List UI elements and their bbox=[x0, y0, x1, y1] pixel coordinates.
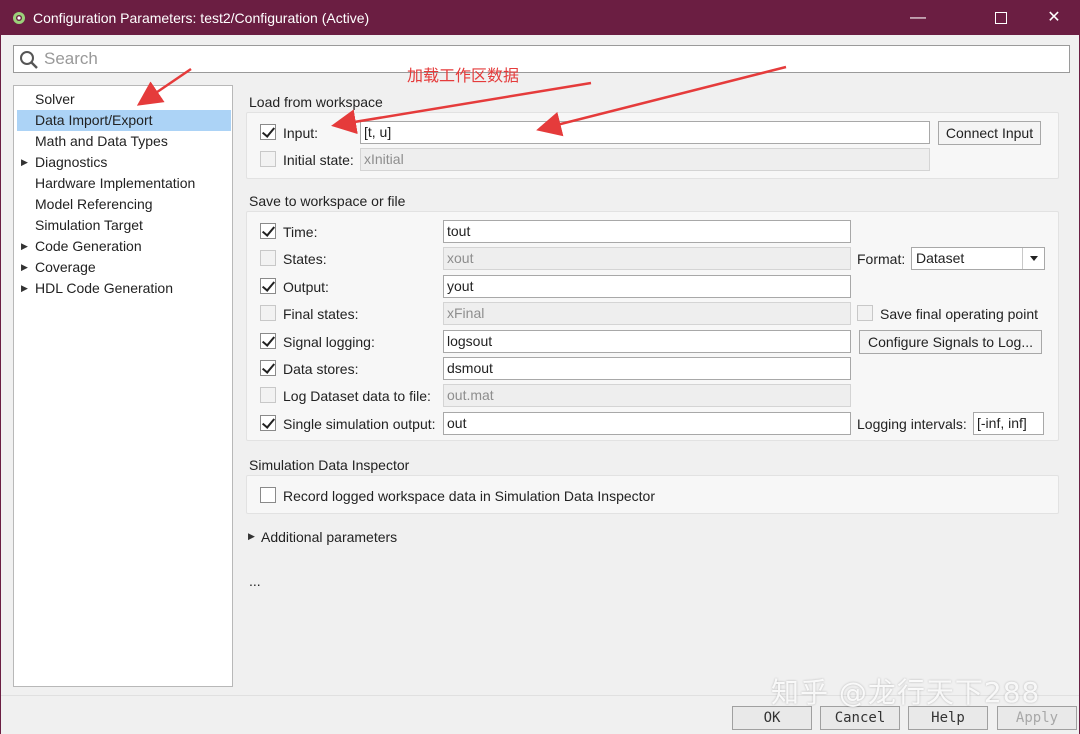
final-states-label: Final states: bbox=[283, 306, 359, 322]
logging-intervals-field[interactable]: [-inf, inf] bbox=[973, 412, 1044, 435]
search-input[interactable] bbox=[44, 48, 1044, 70]
sdi-section-title: Simulation Data Inspector bbox=[249, 457, 410, 473]
input-field[interactable]: [t, u] bbox=[360, 121, 930, 144]
format-label: Format: bbox=[857, 251, 906, 267]
tree-item-label: HDL Code Generation bbox=[35, 280, 174, 296]
tree-item-label: Model Referencing bbox=[35, 196, 153, 212]
tree-item-hdl-code-generation[interactable]: ▶ HDL Code Generation bbox=[17, 278, 231, 299]
log-dataset-field[interactable]: out.mat bbox=[443, 384, 851, 407]
tree-item-label: Math and Data Types bbox=[35, 133, 168, 149]
initial-state-label: Initial state: bbox=[283, 152, 354, 168]
data-stores-checkbox[interactable] bbox=[260, 360, 276, 376]
tree-item-label: Solver bbox=[35, 91, 75, 107]
tree-item-model-referencing[interactable]: Model Referencing bbox=[17, 194, 231, 215]
tree-item-label: Hardware Implementation bbox=[35, 175, 196, 191]
tree-item-data-import-export[interactable]: Data Import/Export bbox=[17, 110, 231, 131]
chevron-down-icon[interactable] bbox=[1022, 248, 1044, 269]
initial-state-checkbox[interactable] bbox=[260, 151, 276, 167]
input-checkbox[interactable] bbox=[260, 124, 276, 140]
simulink-app-icon bbox=[13, 12, 25, 24]
expand-arrow-icon[interactable]: ▶ bbox=[248, 531, 255, 542]
output-label: Output: bbox=[283, 279, 329, 295]
config-dialog: Configuration Parameters: test2/Configur… bbox=[0, 0, 1080, 734]
expand-arrow-icon[interactable]: ▶ bbox=[21, 236, 28, 257]
expand-arrow-icon[interactable]: ▶ bbox=[21, 152, 28, 173]
expand-arrow-icon[interactable]: ▶ bbox=[21, 257, 28, 278]
tree-item-math-and-data-types[interactable]: Math and Data Types bbox=[17, 131, 231, 152]
maximize-icon[interactable] bbox=[978, 1, 1024, 35]
states-field[interactable]: xout bbox=[443, 247, 851, 270]
log-dataset-label: Log Dataset data to file: bbox=[283, 388, 431, 404]
logging-intervals-label: Logging intervals: bbox=[857, 416, 967, 432]
expand-arrow-icon[interactable]: ▶ bbox=[21, 278, 28, 299]
configure-signals-button[interactable]: Configure Signals to Log... bbox=[859, 330, 1042, 354]
minimize-icon[interactable]: — bbox=[895, 1, 941, 35]
format-dropdown[interactable]: Dataset bbox=[911, 247, 1045, 270]
save-section-title: Save to workspace or file bbox=[249, 193, 406, 209]
annotation-text: 加载工作区数据 bbox=[407, 66, 520, 85]
watermark-text: 知乎 @龙行天下288 bbox=[771, 676, 1041, 709]
output-field[interactable]: yout bbox=[443, 275, 851, 298]
tree-item-simulation-target[interactable]: Simulation Target bbox=[17, 215, 231, 236]
record-sdi-checkbox[interactable] bbox=[260, 487, 276, 503]
tree-item-hardware-implementation[interactable]: Hardware Implementation bbox=[17, 173, 231, 194]
initial-state-field[interactable]: xInitial bbox=[360, 148, 930, 171]
final-states-checkbox[interactable] bbox=[260, 305, 276, 321]
signal-logging-label: Signal logging: bbox=[283, 334, 375, 350]
format-value: Dataset bbox=[916, 250, 965, 266]
additional-parameters-toggle[interactable]: Additional parameters bbox=[261, 529, 397, 545]
states-label: States: bbox=[283, 251, 327, 267]
single-output-field[interactable]: out bbox=[443, 412, 851, 435]
search-box bbox=[13, 45, 1070, 73]
load-section-title: Load from workspace bbox=[249, 94, 383, 110]
data-stores-label: Data stores: bbox=[283, 361, 359, 377]
signal-logging-checkbox[interactable] bbox=[260, 333, 276, 349]
signal-logging-field[interactable]: logsout bbox=[443, 330, 851, 353]
time-label: Time: bbox=[283, 224, 318, 240]
record-sdi-label: Record logged workspace data in Simulati… bbox=[283, 488, 655, 504]
data-stores-field[interactable]: dsmout bbox=[443, 357, 851, 380]
final-states-field[interactable]: xFinal bbox=[443, 302, 851, 325]
tree-item-label: Data Import/Export bbox=[35, 112, 153, 128]
output-checkbox[interactable] bbox=[260, 278, 276, 294]
title-bar: Configuration Parameters: test2/Configur… bbox=[1, 1, 1079, 35]
tree-item-label: Simulation Target bbox=[35, 217, 143, 233]
tree-item-label: Code Generation bbox=[35, 238, 142, 254]
search-icon bbox=[20, 51, 38, 69]
save-final-op-label: Save final operating point bbox=[880, 306, 1038, 322]
category-tree: Solver Data Import/Export Math and Data … bbox=[13, 85, 233, 687]
window-title: Configuration Parameters: test2/Configur… bbox=[33, 10, 370, 26]
save-final-op-checkbox[interactable] bbox=[857, 305, 873, 321]
input-label: Input: bbox=[283, 125, 319, 141]
single-output-label: Single simulation output: bbox=[283, 416, 436, 432]
tree-item-label: Diagnostics bbox=[35, 154, 108, 170]
tree-item-code-generation[interactable]: ▶ Code Generation bbox=[17, 236, 231, 257]
tree-item-coverage[interactable]: ▶ Coverage bbox=[17, 257, 231, 278]
close-icon[interactable]: ✕ bbox=[1031, 1, 1077, 35]
tree-item-diagnostics[interactable]: ▶ Diagnostics bbox=[17, 152, 231, 173]
single-output-checkbox[interactable] bbox=[260, 415, 276, 431]
tree-item-label: Coverage bbox=[35, 259, 96, 275]
tree-item-solver[interactable]: Solver bbox=[17, 89, 231, 110]
time-field[interactable]: tout bbox=[443, 220, 851, 243]
connect-input-button[interactable]: Connect Input bbox=[938, 121, 1041, 145]
states-checkbox[interactable] bbox=[260, 250, 276, 266]
log-dataset-checkbox[interactable] bbox=[260, 387, 276, 403]
ellipsis-text: ... bbox=[249, 573, 261, 589]
time-checkbox[interactable] bbox=[260, 223, 276, 239]
